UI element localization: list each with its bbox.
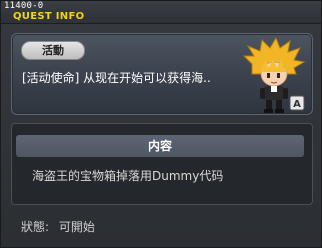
content-text: 海盗王的宝物箱掉落用Dummy代码 xyxy=(32,169,224,183)
quest-content-panel: 内容 海盗王的宝物箱掉落用Dummy代码 xyxy=(11,123,313,205)
quest-status: 狀態: 可開始 xyxy=(21,219,95,235)
quest-info-window: 11400-0 QUEST INFO 活動 [活动使命] 从现在开始可以获得海.… xyxy=(0,0,322,248)
status-label: 狀態: xyxy=(21,220,50,234)
title-bar[interactable]: 11400-0 QUEST INFO xyxy=(1,1,321,24)
status-value: 可開始 xyxy=(58,220,95,234)
content-header: 内容 xyxy=(16,135,304,157)
window-title: QUEST INFO xyxy=(13,11,85,22)
quest-summary-text: [活动使命] 从现在开始可以获得海.. xyxy=(22,71,211,85)
npc-left-eye xyxy=(267,73,270,78)
npc-left-leg xyxy=(266,100,272,110)
npc-right-arm xyxy=(283,88,288,99)
npc-right-leg xyxy=(276,100,282,110)
quest-type-tag: 活動 xyxy=(21,41,85,60)
quest-summary-panel: 活動 [活动使命] 从现在开始可以获得海.. A xyxy=(11,33,313,115)
npc-badge-letter: A xyxy=(293,99,301,110)
npc-right-shoe xyxy=(275,109,284,113)
npc-right-eye xyxy=(277,73,280,78)
npc-left-shoe xyxy=(264,109,273,113)
quest-id: 11400-0 xyxy=(4,1,44,11)
npc-left-arm xyxy=(260,88,265,99)
npc-collar xyxy=(271,86,277,92)
npc-character-portrait: A xyxy=(242,38,306,113)
